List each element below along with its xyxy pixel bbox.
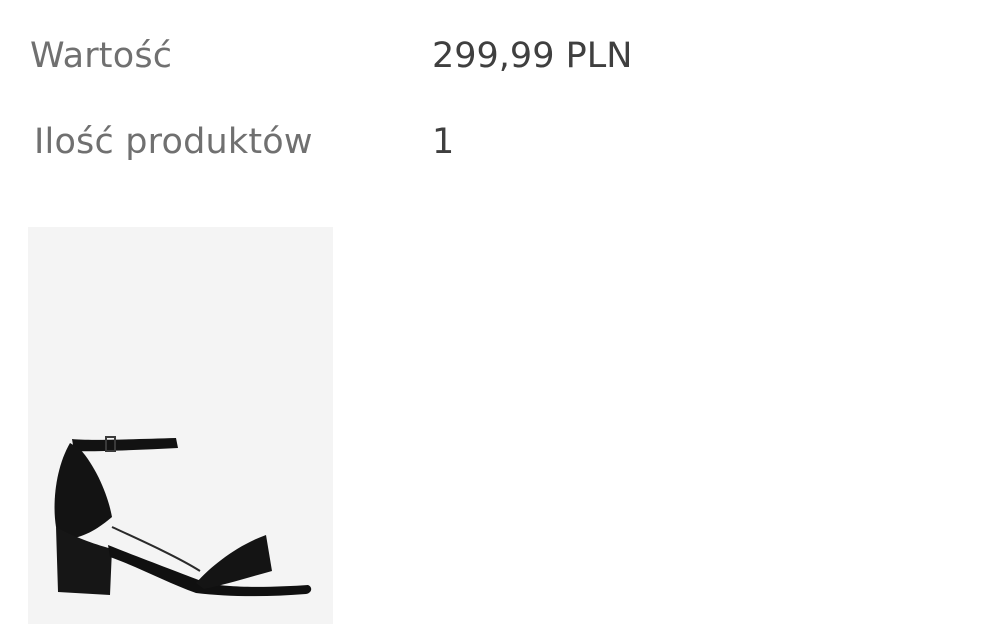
product-thumbnail[interactable]	[28, 227, 333, 624]
product-count-label: Ilość produktów	[34, 122, 313, 162]
summary-row-product-count: Ilość produktów 1	[0, 112, 1000, 172]
product-count-value: 1	[432, 122, 455, 162]
value-label: Wartość	[30, 36, 173, 76]
summary-row-value: Wartość 299,99 PLN	[0, 26, 1000, 86]
sandal-image	[54, 436, 312, 597]
value-amount: 299,99 PLN	[432, 36, 633, 76]
